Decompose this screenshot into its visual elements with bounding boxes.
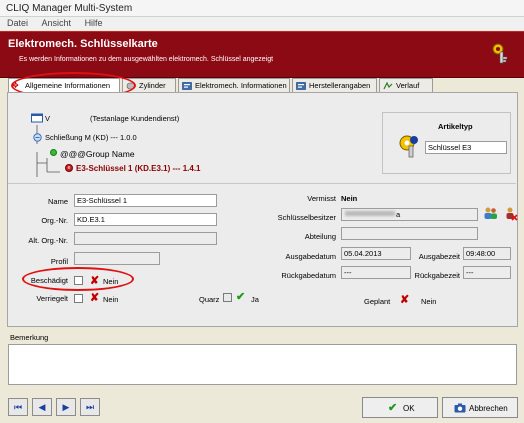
org-nr-field[interactable]: KD.E3.1 <box>74 213 217 226</box>
profile-field[interactable] <box>74 252 160 265</box>
org-nr-label: Org.-Nr. <box>41 216 68 225</box>
tree-level2[interactable]: @@@Group Name <box>60 149 135 159</box>
missing-label: Vermisst <box>307 194 336 203</box>
keys-icon <box>399 135 418 158</box>
remarks-label: Bemerkung <box>10 333 49 342</box>
group-status-icon <box>50 149 57 156</box>
tab-verlauf[interactable]: Verlauf <box>379 78 433 92</box>
card-icon <box>296 82 306 90</box>
first-record-button[interactable]: ⏮ <box>8 398 28 416</box>
name-field[interactable]: E3-Schlüssel 1 <box>74 194 217 207</box>
next-record-button[interactable]: ▶ <box>56 398 76 416</box>
owner-label: Schlüsselbesitzer <box>277 213 336 222</box>
menu-ansicht[interactable]: Ansicht <box>42 18 72 28</box>
department-field[interactable] <box>341 227 478 240</box>
camera-icon <box>454 403 466 413</box>
issue-date-field[interactable]: 05.04.2013 <box>341 247 411 260</box>
redacted-text <box>345 211 395 216</box>
return-date-label: Rückgabedatum <box>281 271 336 280</box>
ok-button[interactable]: ✔ OK <box>362 397 438 418</box>
previous-record-button[interactable]: ◀ <box>32 398 52 416</box>
issue-time-field[interactable]: 09:48:00 <box>463 247 511 260</box>
tab-label: Elektromech. Informationen <box>195 81 287 90</box>
department-label: Abteilung <box>304 232 336 241</box>
alt-org-nr-label: Alt. Org.-Nr. <box>28 236 68 245</box>
return-time-field[interactable]: --- <box>463 266 511 279</box>
tree-root-suffix: (Testanlage Kundendienst) <box>90 114 180 123</box>
highlight-oval <box>22 267 134 291</box>
history-icon <box>383 82 393 90</box>
key-status-icon: e <box>65 164 73 172</box>
page-title: Elektromech. Schlüsselkarte <box>8 38 158 50</box>
tree-root-name: V <box>45 114 51 123</box>
article-type-title: Artikeltyp <box>438 122 473 131</box>
folder-icon <box>31 113 43 123</box>
planned-value: Nein <box>421 297 437 306</box>
article-type-field[interactable]: Schlüssel E3 <box>425 141 507 154</box>
cancel-label: Abbrechen <box>469 404 508 413</box>
remarks-field[interactable] <box>8 344 517 385</box>
quartz-checkbox[interactable] <box>223 293 232 302</box>
missing-value: Nein <box>341 194 358 203</box>
tree-level1[interactable]: Schließung M (KD) --- 1.0.0 <box>45 133 137 142</box>
window-title: CLIQ Manager Multi-System <box>6 3 133 14</box>
return-date-field[interactable]: --- <box>341 266 411 279</box>
locked-label: Verriegelt <box>36 294 68 303</box>
last-record-button[interactable]: ⏭ <box>80 398 100 416</box>
page-header: Elektromech. Schlüsselkarte Es werden In… <box>0 31 524 78</box>
tree-level3-selected[interactable]: E3-Schlüssel 1 (KD.E3.1) --- 1.4.1 <box>76 164 201 173</box>
name-label: Name <box>47 197 68 206</box>
cancel-button[interactable]: Abbrechen <box>442 397 518 418</box>
tree-root: V (Testanlage Kundendienst) <box>45 114 179 123</box>
page-subtitle: Es werden Informationen zu dem ausgewähl… <box>19 56 274 63</box>
divider <box>8 183 516 184</box>
quartz-value: Ja <box>251 295 259 304</box>
profile-label: Profil <box>50 257 68 266</box>
x-icon: ✘ <box>90 292 100 304</box>
people-icon[interactable] <box>483 206 498 221</box>
issue-time-label: Ausgabezeit <box>418 252 460 261</box>
ok-label: OK <box>403 404 415 413</box>
x-icon: ✘ <box>400 294 410 306</box>
checkmark-icon: ✔ <box>236 291 246 303</box>
tab-label: Herstellerangaben <box>309 81 371 90</box>
return-time-label: Rückgabezeit <box>414 271 460 280</box>
menu-hilfe[interactable]: Hilfe <box>85 18 103 28</box>
key-icon <box>492 43 508 64</box>
locking-system-icon <box>33 133 42 142</box>
tab-label: Zylinder <box>139 81 166 90</box>
checkmark-icon: ✔ <box>388 402 398 414</box>
tab-elektromech-informationen[interactable]: Elektromech. Informationen <box>178 78 290 92</box>
window-title-bar: CLIQ Manager Multi-System <box>0 0 524 17</box>
quartz-label: Quarz <box>199 295 220 304</box>
tab-label: Verlauf <box>396 81 420 90</box>
menu-bar: Datei Ansicht Hilfe <box>0 17 524 30</box>
tab-herstellerangaben[interactable]: Herstellerangaben <box>292 78 377 92</box>
menu-datei[interactable]: Datei <box>7 18 28 28</box>
locked-checkbox[interactable] <box>74 294 83 303</box>
planned-label: Geplant <box>364 297 391 306</box>
remove-person-icon[interactable] <box>503 206 518 221</box>
issue-date-label: Ausgabedatum <box>285 252 336 261</box>
locked-value: Nein <box>103 295 119 304</box>
alt-org-nr-field[interactable] <box>74 232 217 245</box>
card-icon <box>182 82 192 90</box>
